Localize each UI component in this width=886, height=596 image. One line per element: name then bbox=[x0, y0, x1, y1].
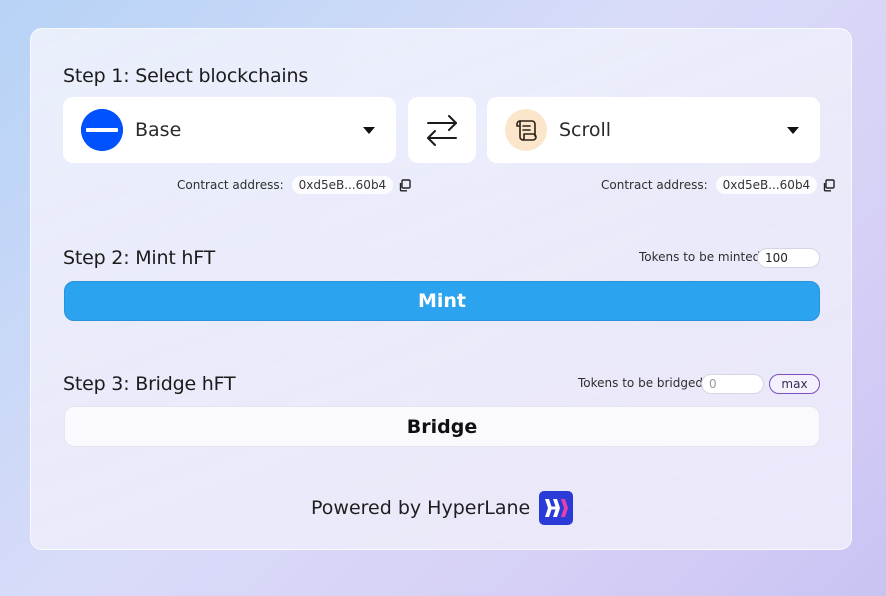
tokens-minted-label: Tokens to be minted bbox=[639, 250, 761, 264]
destination-chain-name: Scroll bbox=[559, 119, 612, 141]
max-button[interactable]: max bbox=[769, 374, 820, 394]
step1-title: Step 1: Select blockchains bbox=[63, 65, 309, 87]
swap-arrows-icon bbox=[427, 115, 457, 146]
base-logo-icon bbox=[81, 109, 123, 151]
source-contract-address: 0xd5eB...60b4 bbox=[291, 176, 394, 194]
destination-contract-address: 0xd5eB...60b4 bbox=[715, 176, 818, 194]
tokens-bridged-label: Tokens to be bridged bbox=[578, 376, 704, 390]
scroll-logo-icon bbox=[505, 109, 547, 151]
mint-button[interactable]: Mint bbox=[64, 281, 820, 321]
chevron-down-icon bbox=[363, 127, 375, 134]
bridge-card: Step 1: Select blockchains Base Scroll C… bbox=[30, 28, 852, 550]
swap-chains-button[interactable] bbox=[408, 97, 476, 163]
hyperlane-logo-icon bbox=[539, 491, 573, 525]
copy-icon[interactable] bbox=[398, 178, 411, 192]
source-contract-label: Contract address: bbox=[177, 178, 284, 192]
chevron-down-icon bbox=[787, 127, 799, 134]
powered-by-text: Powered by HyperLane bbox=[311, 497, 531, 519]
destination-chain-select[interactable]: Scroll bbox=[487, 97, 820, 163]
step3-title: Step 3: Bridge hFT bbox=[63, 373, 236, 395]
tokens-bridged-input[interactable] bbox=[701, 374, 764, 394]
source-chain-name: Base bbox=[135, 119, 182, 141]
destination-contract: Contract address: 0xd5eB...60b4 bbox=[601, 176, 835, 194]
copy-icon[interactable] bbox=[822, 178, 835, 192]
step2-title: Step 2: Mint hFT bbox=[63, 247, 216, 269]
source-chain-select[interactable]: Base bbox=[63, 97, 396, 163]
destination-contract-label: Contract address: bbox=[601, 178, 708, 192]
bridge-button[interactable]: Bridge bbox=[64, 406, 820, 447]
source-contract: Contract address: 0xd5eB...60b4 bbox=[177, 176, 411, 194]
tokens-minted-input[interactable] bbox=[757, 248, 820, 268]
